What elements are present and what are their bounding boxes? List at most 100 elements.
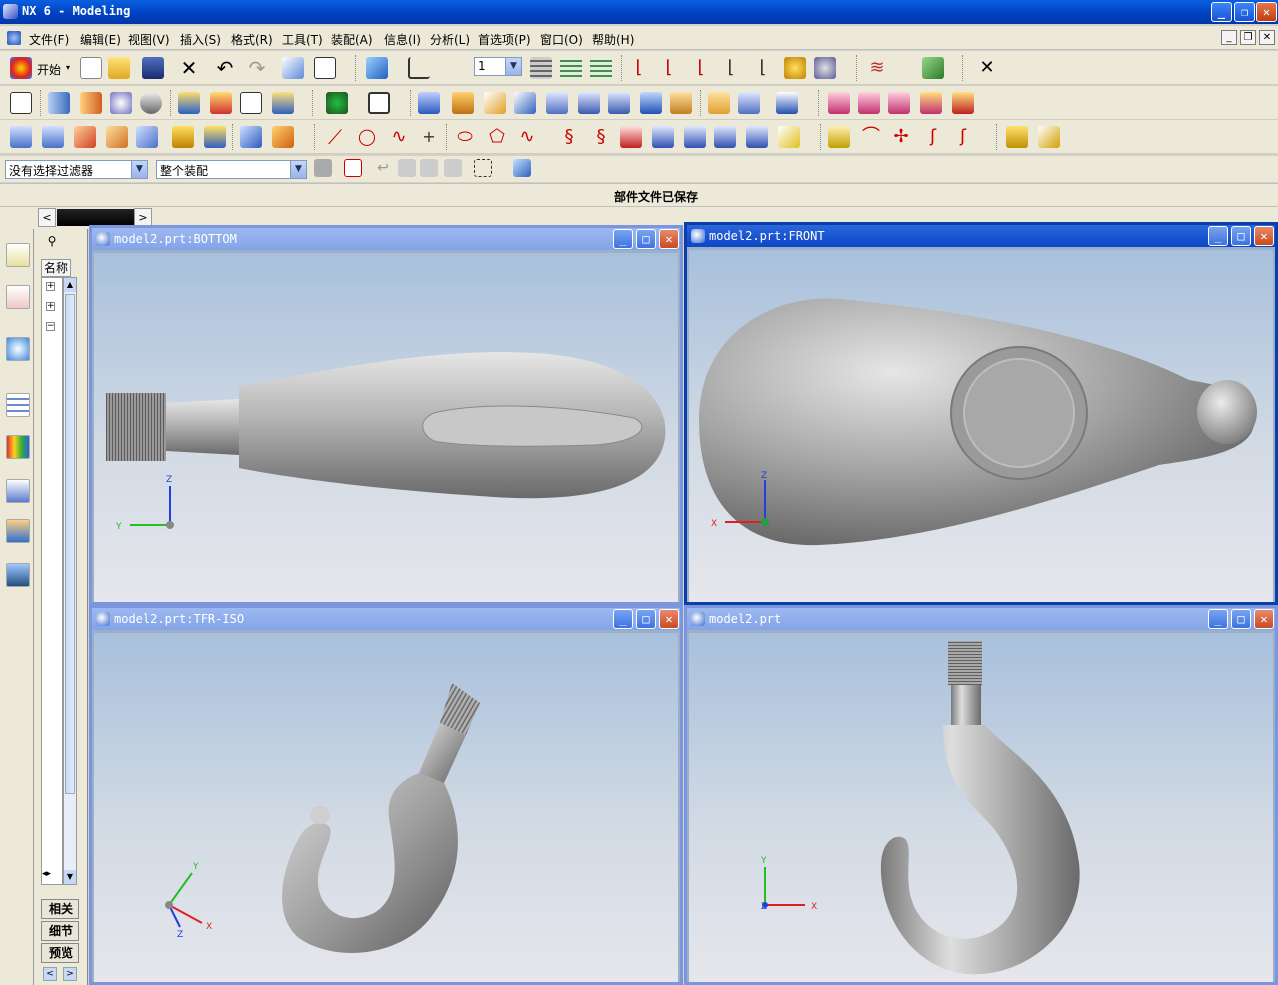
helix-icon[interactable]: ∿ bbox=[516, 126, 538, 148]
menu-edit[interactable]: 编辑(E) bbox=[80, 31, 121, 48]
line-icon[interactable]: ⟋ bbox=[324, 126, 346, 148]
polygon-icon[interactable]: ⬠ bbox=[486, 126, 508, 148]
preview-section[interactable]: 预览 bbox=[41, 943, 79, 963]
selection-scope-select[interactable]: 整个装配 ▼ bbox=[156, 160, 307, 179]
pin-icon[interactable]: ⚲ bbox=[43, 234, 61, 252]
pad-icon[interactable] bbox=[272, 92, 294, 114]
trim-body-icon[interactable] bbox=[670, 92, 692, 114]
viewport-tfr-iso[interactable]: model2.prt:TFR-ISO _ □ ✕ Y X Z bbox=[89, 605, 683, 985]
suppress-feature-icon[interactable] bbox=[952, 92, 974, 114]
replace-feature-icon[interactable] bbox=[920, 92, 942, 114]
boss-icon[interactable] bbox=[210, 92, 232, 114]
datum-plane-icon[interactable] bbox=[368, 92, 390, 114]
viewport-close-button[interactable]: ✕ bbox=[659, 229, 679, 249]
intersect-icon[interactable] bbox=[776, 92, 798, 114]
extract-curve-icon[interactable] bbox=[746, 126, 768, 148]
ellipse-icon[interactable]: ⬭ bbox=[454, 126, 476, 148]
intersect-curve-icon[interactable] bbox=[684, 126, 706, 148]
start-label[interactable]: 开始 bbox=[37, 61, 61, 78]
draft-icon[interactable] bbox=[640, 92, 662, 114]
sphere-icon[interactable] bbox=[514, 92, 536, 114]
viewport-close-button[interactable]: ✕ bbox=[659, 609, 679, 629]
menu-help[interactable]: 帮助(H) bbox=[592, 31, 634, 48]
snap-point-icon[interactable]: ✕ bbox=[976, 57, 998, 79]
dependencies-section[interactable]: 相关 bbox=[41, 899, 79, 919]
delete-icon[interactable]: ✕ bbox=[178, 57, 200, 79]
collapse-icon[interactable]: − bbox=[46, 322, 55, 331]
sew-icon[interactable] bbox=[240, 126, 262, 148]
open-folder-icon[interactable] bbox=[108, 57, 130, 79]
menu-information[interactable]: 信息(I) bbox=[384, 31, 421, 48]
mdi-restore-button[interactable]: ❐ bbox=[1240, 30, 1256, 45]
undo-selection-icon[interactable]: ↩ bbox=[374, 159, 392, 177]
combined-curve-icon[interactable] bbox=[652, 126, 674, 148]
text-curve-icon[interactable] bbox=[778, 126, 800, 148]
filter-reset-icon[interactable] bbox=[314, 159, 332, 177]
menu-assembly[interactable]: 装配(A) bbox=[331, 31, 373, 48]
history-tab-icon[interactable] bbox=[6, 393, 30, 417]
menu-preferences[interactable]: 首选项(P) bbox=[478, 31, 531, 48]
layer-select[interactable]: 1 ▼ bbox=[474, 57, 522, 76]
measure-distance-icon[interactable] bbox=[1006, 126, 1028, 148]
cylinder-icon[interactable] bbox=[452, 92, 474, 114]
spline-icon[interactable]: ∿ bbox=[388, 126, 410, 148]
menu-file[interactable]: 文件(F) bbox=[29, 31, 69, 48]
edge-blend-icon[interactable] bbox=[546, 92, 568, 114]
move-to-layer-icon[interactable] bbox=[560, 57, 582, 79]
hole-icon[interactable] bbox=[178, 92, 200, 114]
viewport-canvas[interactable]: Z X bbox=[689, 250, 1273, 602]
name-column-header[interactable]: 名称 bbox=[41, 259, 71, 277]
chevron-down-icon[interactable]: ▼ bbox=[131, 161, 147, 178]
wcs-rotate-icon[interactable]: ⌊ bbox=[658, 57, 680, 79]
shaded-display-icon[interactable] bbox=[366, 57, 388, 79]
process-studio-tab-icon[interactable] bbox=[6, 479, 30, 503]
roles-tab-icon[interactable] bbox=[6, 519, 30, 543]
redo-icon[interactable]: ↷ bbox=[246, 57, 268, 79]
sweep-icon[interactable] bbox=[110, 92, 132, 114]
mdi-minimize-button[interactable]: _ bbox=[1221, 30, 1237, 45]
repeat-command-icon[interactable] bbox=[282, 57, 304, 79]
copy-to-layer-icon[interactable] bbox=[590, 57, 612, 79]
viewport-bottom[interactable]: model2.prt:BOTTOM _ □ ✕ Z Y bbox=[89, 225, 683, 605]
scroll-left-button[interactable]: < bbox=[38, 208, 56, 227]
menu-tools[interactable]: 工具(T) bbox=[282, 31, 323, 48]
viewport-canvas[interactable]: Z Y bbox=[94, 253, 678, 602]
selection-filter-select[interactable]: 没有选择过滤器 ▼ bbox=[5, 160, 148, 179]
unite-icon[interactable] bbox=[708, 92, 730, 114]
divide-curve-icon[interactable]: ✢ bbox=[890, 126, 912, 148]
start-icon[interactable] bbox=[10, 57, 32, 79]
part-navigator-tab-icon[interactable] bbox=[6, 285, 30, 309]
select-component-icon[interactable] bbox=[513, 159, 531, 177]
assembly-navigator-icon[interactable] bbox=[10, 92, 32, 114]
viewport-maximize-button[interactable]: □ bbox=[636, 229, 656, 249]
undo-icon[interactable]: ↶ bbox=[214, 57, 236, 79]
block-icon[interactable] bbox=[418, 92, 440, 114]
select-body-icon[interactable] bbox=[444, 159, 462, 177]
subtract-icon[interactable] bbox=[738, 92, 760, 114]
datum-icon[interactable] bbox=[326, 92, 348, 114]
viewport-maximize-button[interactable]: □ bbox=[1231, 609, 1251, 629]
navigator-tree[interactable]: + + − bbox=[41, 277, 63, 885]
snap-point-toggle-icon[interactable] bbox=[344, 159, 362, 177]
curve-length-icon[interactable]: ʃ bbox=[922, 126, 944, 148]
section-curve-icon[interactable] bbox=[714, 126, 736, 148]
swept-surface-icon[interactable] bbox=[74, 126, 96, 148]
new-file-icon[interactable] bbox=[80, 57, 102, 79]
wcs-orient-icon[interactable]: ⌊ bbox=[690, 57, 712, 79]
close-button[interactable]: ✕ bbox=[1256, 2, 1277, 22]
menu-format[interactable]: 格式(R) bbox=[231, 31, 273, 48]
palette-tab-icon[interactable] bbox=[6, 435, 30, 459]
chevron-down-icon[interactable]: ▼ bbox=[290, 161, 306, 178]
point-constructor-icon[interactable] bbox=[784, 57, 806, 79]
through-curves-icon[interactable] bbox=[10, 126, 32, 148]
web-browser-tab-icon[interactable] bbox=[6, 337, 30, 361]
bridge-curve-icon[interactable]: § bbox=[590, 126, 612, 148]
viewport-canvas[interactable]: Y X Z bbox=[94, 633, 678, 982]
viewport-maximize-button[interactable]: □ bbox=[636, 609, 656, 629]
trim-curve-icon[interactable]: ⌒ bbox=[860, 126, 882, 148]
expand-icon[interactable]: + bbox=[46, 302, 55, 311]
offset-surface-icon[interactable] bbox=[204, 126, 226, 148]
wcs-display-icon[interactable]: ⌊ bbox=[752, 57, 774, 79]
edit-feature-icon[interactable] bbox=[828, 92, 850, 114]
chevron-down-icon[interactable]: ▼ bbox=[505, 58, 521, 75]
